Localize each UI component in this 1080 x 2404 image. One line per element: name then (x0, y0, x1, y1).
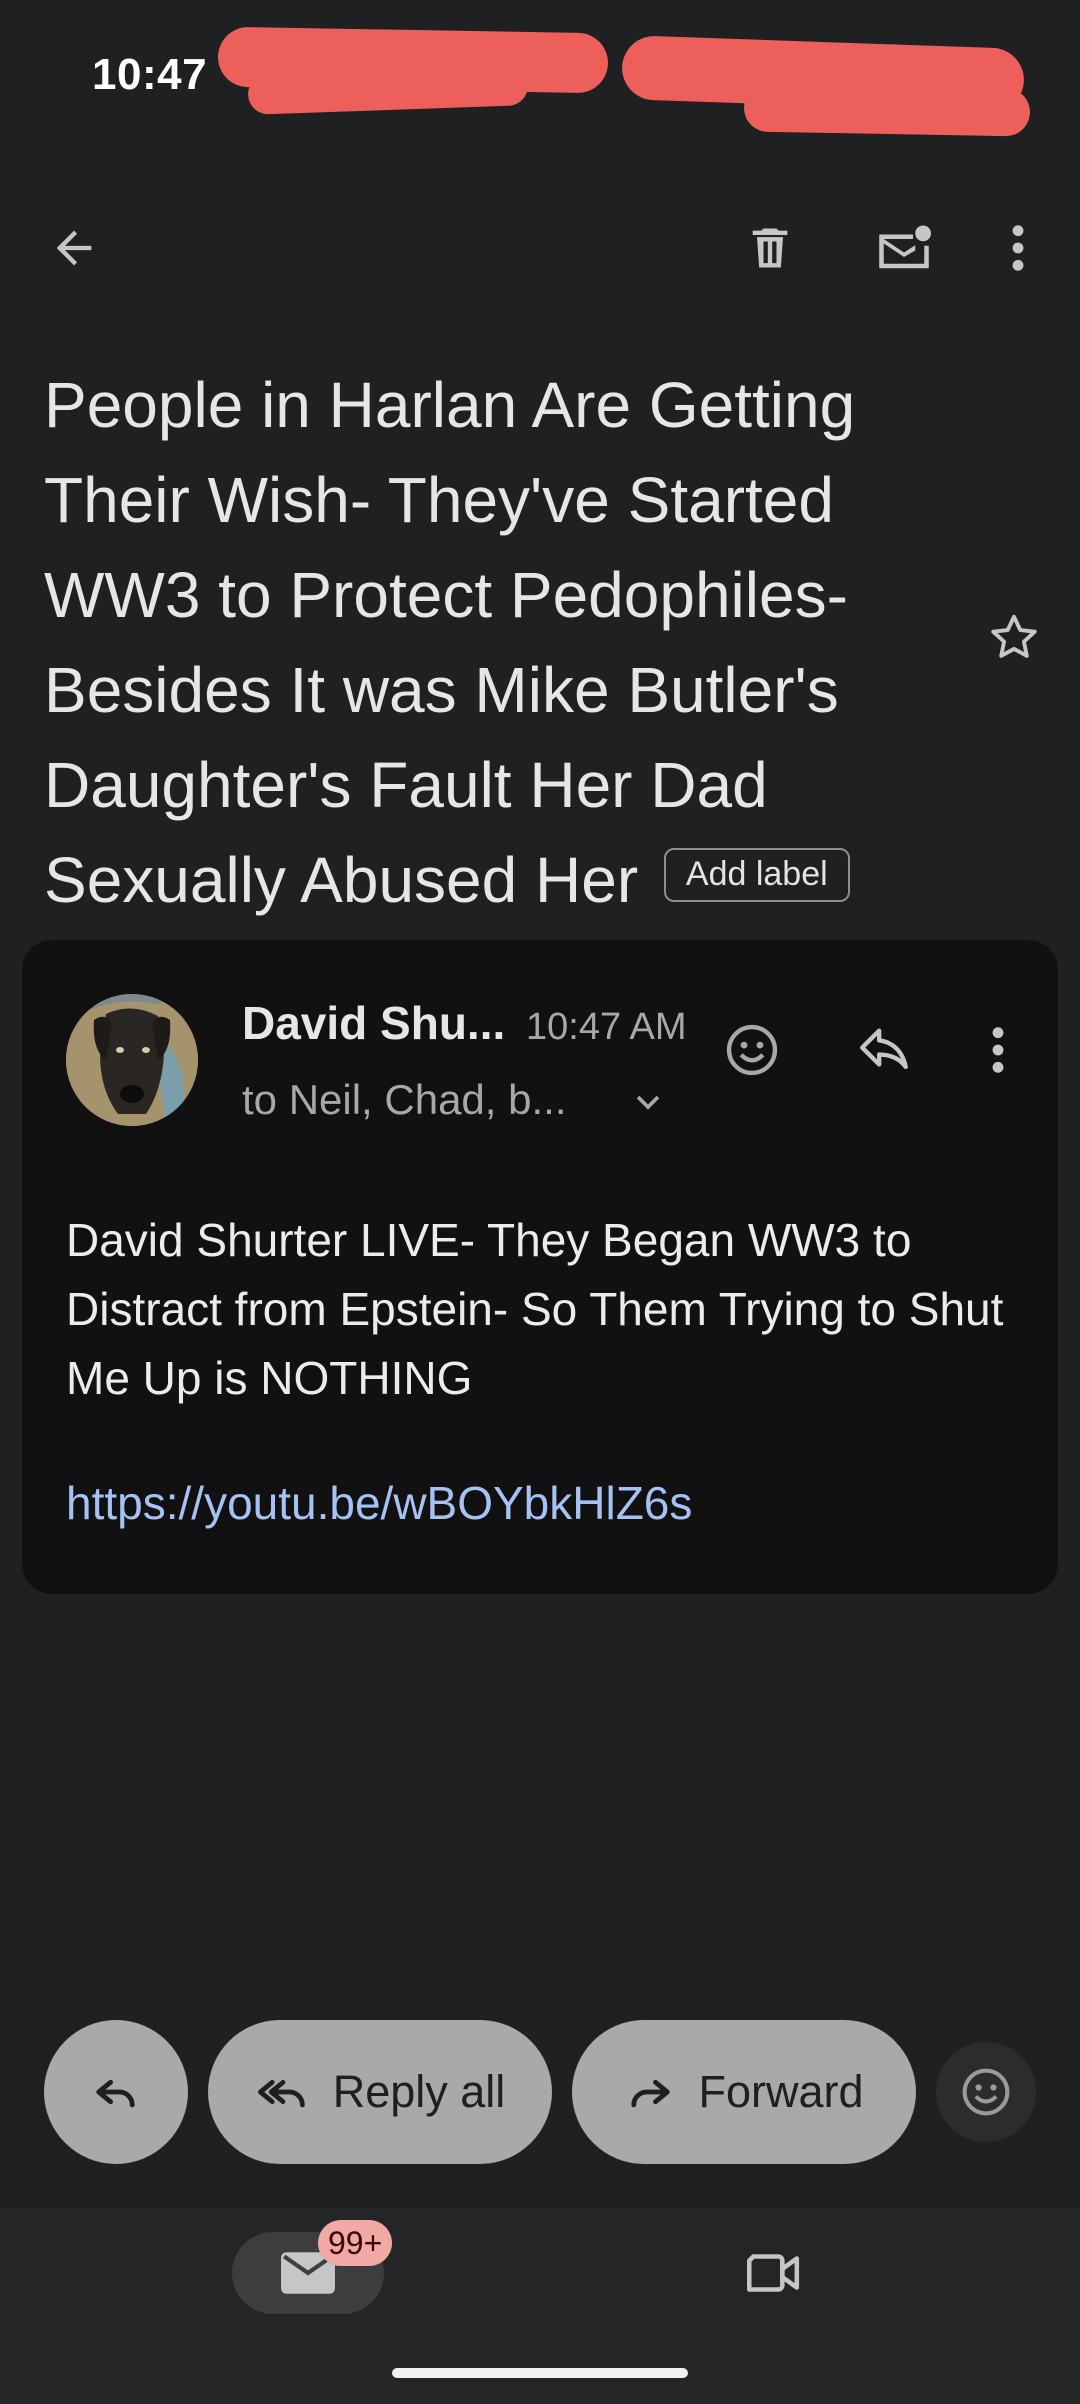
emoji-icon (959, 2065, 1013, 2119)
forward-icon (624, 2066, 676, 2118)
nav-meet-tab[interactable] (724, 2232, 820, 2314)
mark-unread-icon (874, 221, 934, 275)
more-options-button[interactable] (976, 206, 1060, 290)
reply-icon (855, 1021, 913, 1079)
message-more-button[interactable] (956, 1008, 1040, 1092)
more-vert-icon (988, 1024, 1008, 1076)
recipients-summary[interactable]: to Neil, Chad, b... (242, 1076, 567, 1124)
back-button[interactable] (32, 206, 116, 290)
forward-label: Forward (698, 2066, 864, 2117)
add-label-chip[interactable]: Add label (663, 848, 850, 903)
subject-text: People in Harlan Are Getting Their Wish-… (44, 369, 856, 916)
reply-all-icon (255, 2066, 311, 2118)
reply-all-label: Reply all (332, 2066, 506, 2117)
star-button[interactable] (972, 596, 1056, 680)
reply-button[interactable] (842, 1008, 926, 1092)
email-subject: People in Harlan Are Getting Their Wish-… (44, 358, 964, 928)
video-icon (741, 2247, 803, 2299)
redacted-status-indicators-2 (743, 83, 1031, 137)
status-time: 10:47 (92, 50, 208, 99)
unread-count-badge: 99+ (318, 2220, 393, 2266)
more-vert-icon (1008, 222, 1028, 274)
delete-button[interactable] (728, 206, 812, 290)
star-icon (985, 609, 1043, 667)
sender-name[interactable]: David Shu... (242, 996, 505, 1050)
back-arrow-icon (48, 222, 100, 274)
reply-pill-button[interactable] (44, 2020, 188, 2164)
message-time: 10:47 AM (526, 1006, 687, 1048)
message-card[interactable]: David Shu... 10:47 AM to Neil, Chad, b..… (22, 940, 1058, 1594)
expand-details-button[interactable] (628, 1082, 668, 1122)
message-body: David Shurter LIVE- They Began WW3 to Di… (66, 1214, 1004, 1404)
home-indicator[interactable] (392, 2368, 688, 2378)
mark-unread-button[interactable] (862, 206, 946, 290)
sender-avatar[interactable] (66, 994, 198, 1126)
forward-button[interactable]: Forward (572, 2020, 916, 2164)
emoji-icon (723, 1021, 781, 1079)
chevron-down-icon (628, 1082, 668, 1122)
emoji-react-button[interactable] (936, 2042, 1036, 2142)
react-emoji-button[interactable] (710, 1008, 794, 1092)
reply-icon (90, 2066, 142, 2118)
message-link[interactable]: https://youtu.be/wBOYbkHlZ6s (66, 1476, 692, 1530)
trash-icon (744, 222, 796, 274)
reply-all-button[interactable]: Reply all (208, 2020, 552, 2164)
redacted-status-icons-2 (247, 65, 529, 115)
